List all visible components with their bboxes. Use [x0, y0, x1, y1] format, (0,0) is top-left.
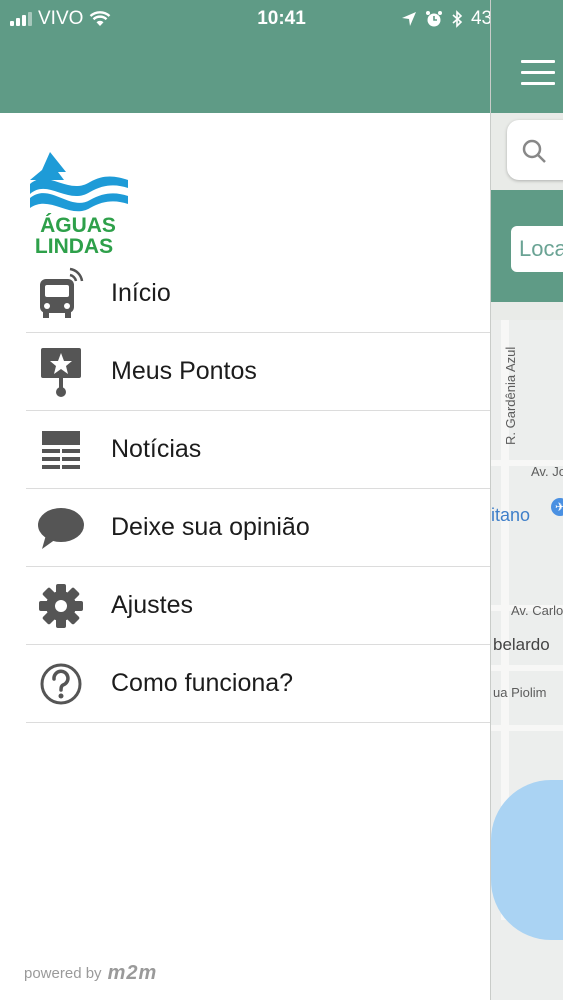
bluetooth-icon — [452, 10, 463, 28]
star-pin-icon — [26, 333, 96, 410]
drawer-menu: Início Meus Pontos Notícias Deixe sua op… — [26, 255, 490, 723]
map-street-label: Av. Carlo — [511, 603, 563, 618]
newspaper-icon — [26, 411, 96, 488]
map-street-label: ua Piolim — [493, 685, 547, 700]
help-circle-icon — [26, 645, 96, 722]
menu-item-label: Deixe sua opinião — [111, 513, 310, 541]
menu-item-label: Como funciona? — [111, 669, 294, 697]
menu-item-noticias[interactable]: Notícias — [26, 411, 490, 489]
aguas-lindas-logo: ÁGUAS LINDAS — [30, 152, 128, 256]
menu-item-label: Ajustes — [111, 591, 193, 619]
menu-item-opiniao[interactable]: Deixe sua opinião — [26, 489, 490, 567]
map-street-label: Av. Jo — [531, 464, 563, 479]
logo-text-line1: ÁGUAS — [40, 214, 116, 237]
m2m-logo: m2m — [107, 962, 158, 984]
menu-item-inicio[interactable]: Início — [26, 255, 490, 333]
powered-by-text: powered by — [24, 965, 102, 982]
location-field[interactable]: Loca — [511, 226, 563, 272]
speech-bubble-icon — [26, 489, 96, 566]
map-view[interactable]: R. Gardênia Azul Av. Jo itano Av. Carlo … — [491, 320, 563, 1000]
menu-item-meus-pontos[interactable]: Meus Pontos — [26, 333, 490, 411]
powered-by: powered by m2m — [24, 962, 157, 985]
search-icon — [522, 139, 546, 163]
alarm-icon — [425, 11, 442, 27]
menu-item-ajustes[interactable]: Ajustes — [26, 567, 490, 645]
location-arrow-icon — [401, 12, 416, 26]
map-panel[interactable]: Loca R. Gardênia Azul Av. Jo itano Av. C… — [490, 0, 563, 1000]
bus-icon — [26, 255, 96, 332]
map-poi-label: itano — [491, 505, 531, 525]
menu-item-label: Notícias — [111, 435, 202, 463]
menu-icon[interactable] — [521, 60, 555, 93]
gear-icon — [26, 567, 96, 644]
logo-text-line2: LINDAS — [35, 235, 113, 256]
map-street-label: belardo — [493, 635, 550, 654]
status-bar: VIVO 10:41 43% — [0, 0, 563, 36]
map-road — [491, 725, 563, 731]
map-road — [491, 665, 563, 671]
menu-item-label: Início — [111, 279, 171, 307]
map-header — [491, 0, 563, 113]
menu-item-label: Meus Pontos — [111, 357, 257, 385]
map-street-label: R. Gardênia Azul — [503, 346, 518, 445]
menu-item-como-funciona[interactable]: Como funciona? — [26, 645, 490, 723]
map-pin-icon[interactable]: ✈ — [551, 498, 563, 516]
map-search-input[interactable] — [507, 120, 563, 180]
